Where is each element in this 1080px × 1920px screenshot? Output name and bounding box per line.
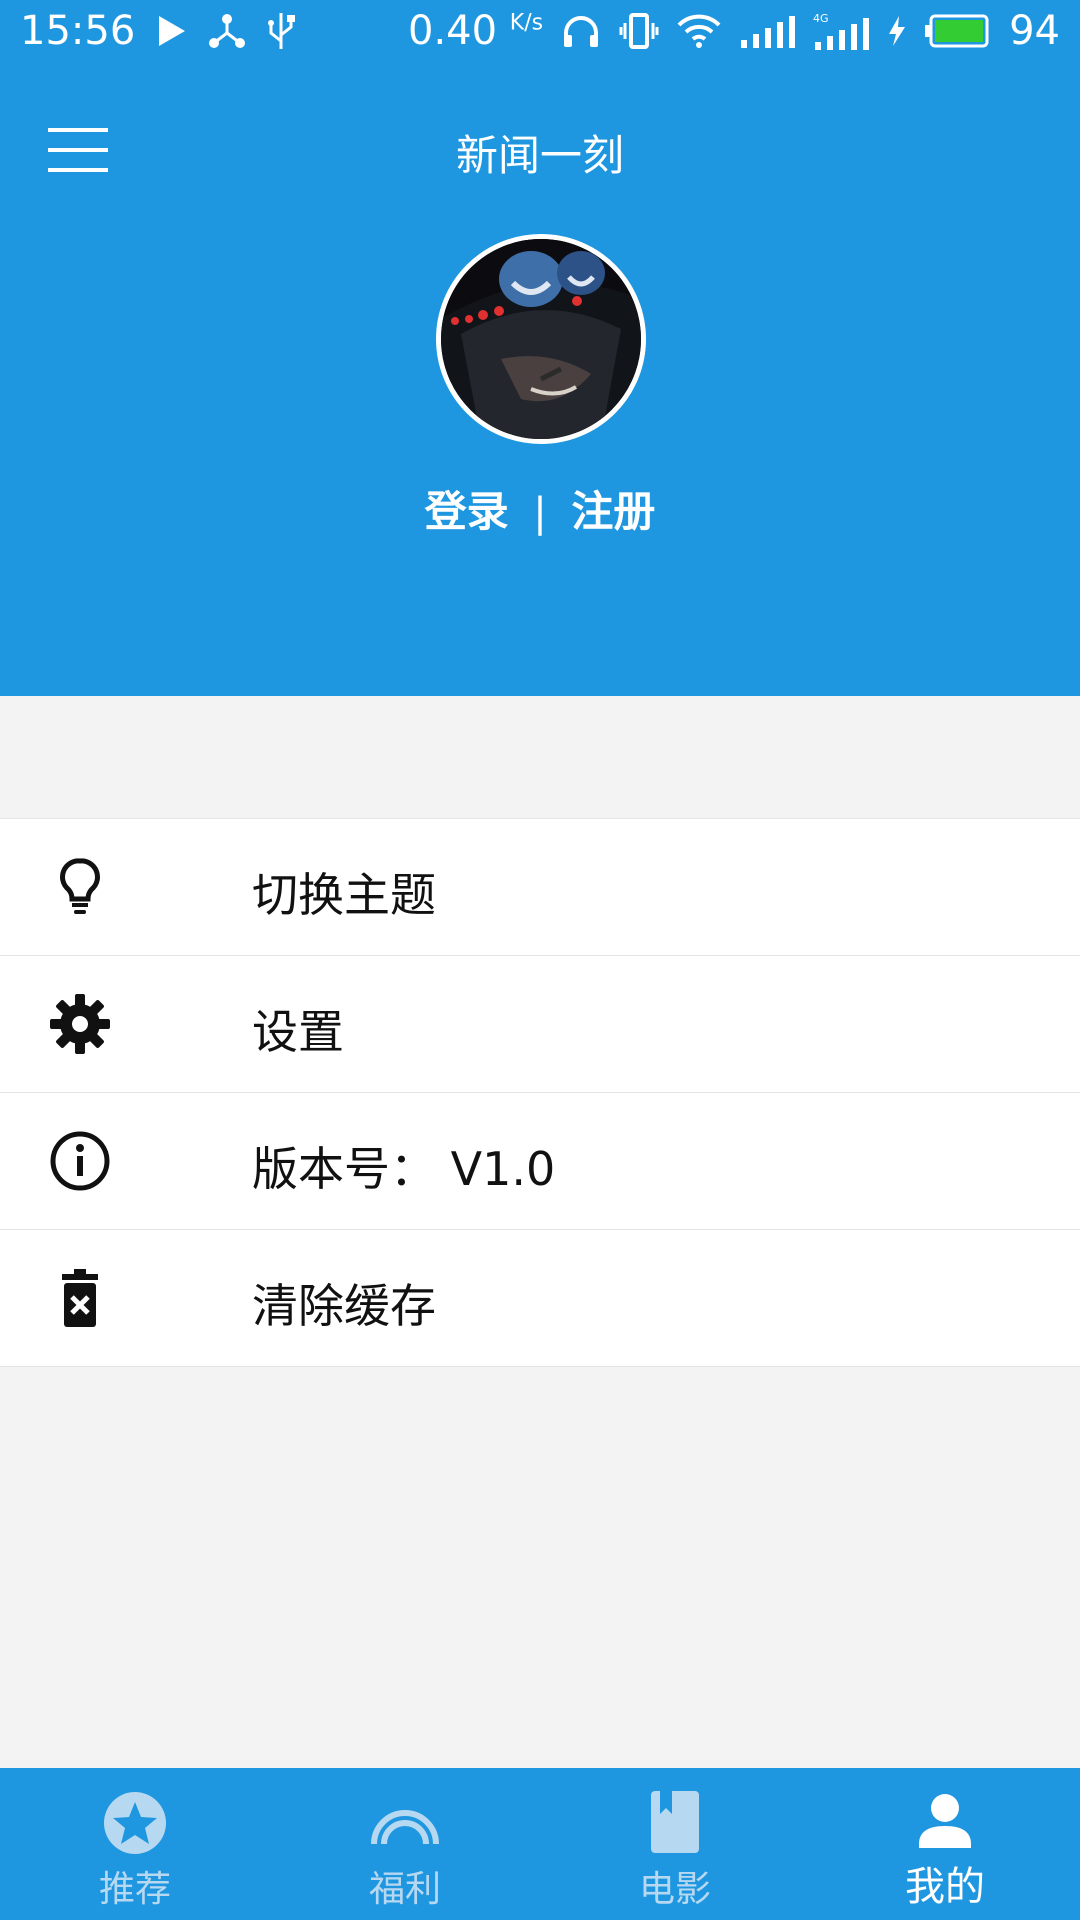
- menu-item-label: 版本号： V1.0: [252, 1142, 556, 1196]
- signal-icon: [739, 14, 796, 48]
- menu-item-label: 设置: [252, 1005, 344, 1059]
- play-icon: [157, 14, 187, 48]
- auth-separator: |: [533, 490, 547, 536]
- trash-icon: [48, 1266, 112, 1330]
- charging-icon: [887, 14, 907, 48]
- tab-mine[interactable]: 我的: [810, 1768, 1080, 1920]
- settings-menu: 切换主题 设置 版本号： V1.0 清除缓存: [0, 818, 1080, 1367]
- tab-welfare[interactable]: 福利: [270, 1768, 540, 1920]
- network-speed: 0.40 K/s: [408, 8, 544, 54]
- register-link[interactable]: 注册: [571, 487, 655, 536]
- tab-label: 电影: [638, 1869, 711, 1910]
- info-icon: [48, 1129, 112, 1193]
- battery-icon: [925, 14, 991, 48]
- avatar[interactable]: [436, 234, 646, 444]
- tab-label: 我的: [905, 1864, 985, 1910]
- profile-header: 登录 | 注册: [0, 234, 1080, 696]
- tab-recommend[interactable]: 推荐: [0, 1768, 270, 1920]
- wifi-icon: [677, 13, 721, 49]
- headphones-icon: [561, 13, 601, 49]
- lightbulb-icon: [48, 855, 112, 919]
- menu-item-settings[interactable]: 设置: [0, 956, 1080, 1093]
- menu-item-label: 切换主题: [252, 868, 436, 922]
- toolbar: 新闻一刻: [0, 66, 1080, 234]
- bottom-navigation: 推荐 福利 电影 我的: [0, 1768, 1080, 1920]
- menu-item-clear-cache[interactable]: 清除缓存: [0, 1230, 1080, 1367]
- status-bar: 15:56 0.40 K/s 4G 94: [0, 0, 1080, 66]
- login-link[interactable]: 登录: [425, 487, 509, 536]
- clock: 15:56: [20, 8, 136, 54]
- menu-item-version[interactable]: 版本号： V1.0: [0, 1093, 1080, 1230]
- auth-row: 登录 | 注册: [0, 478, 1080, 539]
- signal-4g-icon: 4G: [813, 12, 870, 50]
- vibrate-icon: [619, 11, 659, 51]
- star-icon: [100, 1788, 170, 1858]
- rainbow-icon: [370, 1788, 440, 1858]
- menu-item-switch-theme[interactable]: 切换主题: [0, 819, 1080, 956]
- person-icon: [910, 1788, 980, 1858]
- tab-label: 福利: [368, 1869, 441, 1910]
- app-title: 新闻一刻: [455, 131, 624, 180]
- book-icon: [640, 1788, 710, 1858]
- battery-level: 94: [1009, 8, 1060, 54]
- tab-label: 推荐: [98, 1869, 171, 1910]
- menu-item-label: 清除缓存: [252, 1279, 436, 1333]
- svg-text:4G: 4G: [813, 12, 829, 25]
- usb-icon: [267, 11, 296, 51]
- gear-icon: [48, 992, 112, 1056]
- tab-movie[interactable]: 电影: [540, 1768, 810, 1920]
- share-nodes-icon: [209, 13, 246, 49]
